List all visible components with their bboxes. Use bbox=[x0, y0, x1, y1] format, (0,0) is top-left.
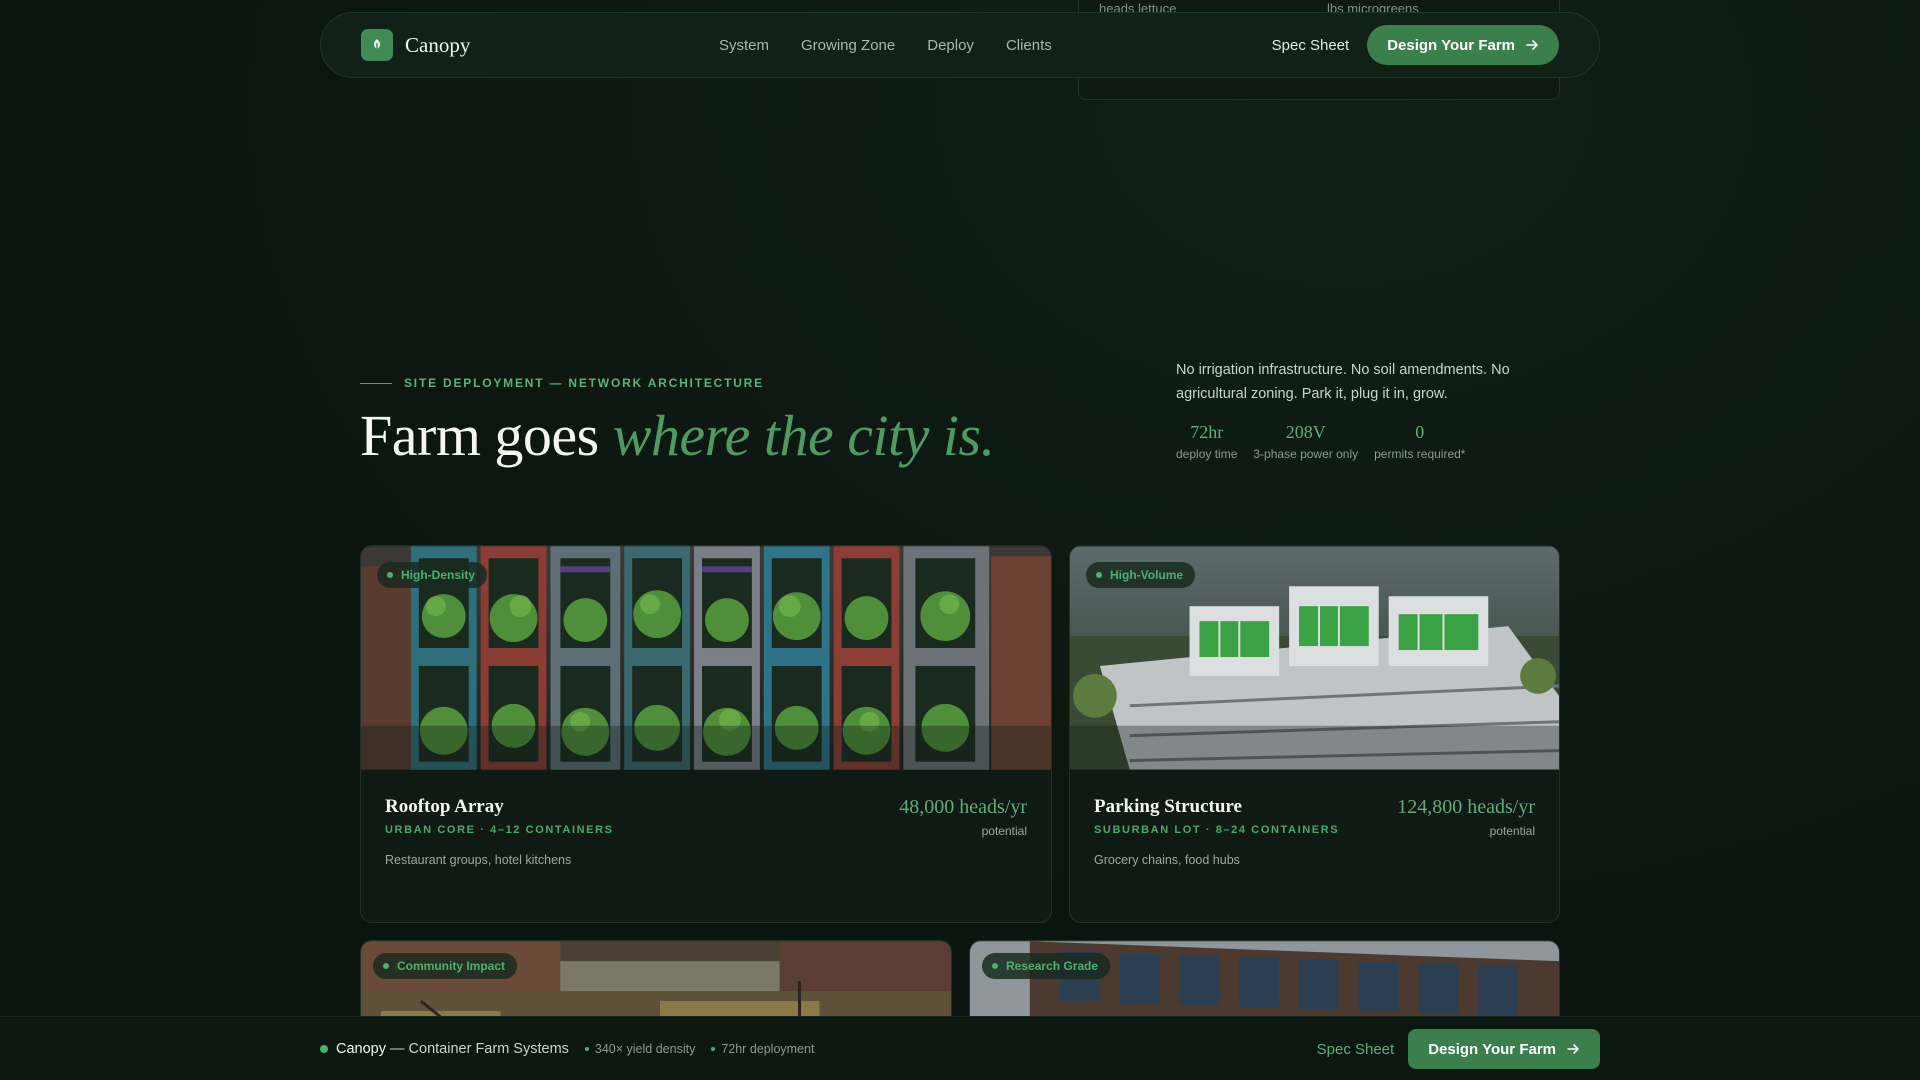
leaf-icon bbox=[361, 29, 393, 61]
badge-dot bbox=[383, 963, 389, 969]
nav-link-growing-zone[interactable]: Growing Zone bbox=[801, 37, 895, 54]
stat-value: 0 bbox=[1415, 422, 1425, 442]
hero-stats: 72hr deploy time 208V 3-phase power only… bbox=[1176, 422, 1465, 461]
nav-link-deploy[interactable]: Deploy bbox=[927, 37, 974, 54]
stat-label: permits required* bbox=[1374, 447, 1466, 461]
feature-deployment: 72hr deployment bbox=[711, 1042, 814, 1056]
stat-value: 72hr bbox=[1190, 422, 1224, 442]
bottom-brand-tagline: — Container Farm Systems bbox=[385, 1041, 569, 1057]
cta-label: Design Your Farm bbox=[1428, 1040, 1556, 1058]
card-description: Grocery chains, food hubs bbox=[1094, 853, 1240, 867]
card-title: Rooftop Array bbox=[385, 796, 504, 817]
badge-dot bbox=[387, 572, 393, 578]
eyebrow-text: SITE DEPLOYMENT — NETWORK ARCHITECTURE bbox=[404, 376, 764, 390]
badge-label: High-Volume bbox=[1110, 568, 1184, 582]
brand-logo[interactable]: Canopy bbox=[361, 29, 470, 61]
bottom-brand-name: Canopy bbox=[336, 1041, 386, 1057]
card-badge: High-Density bbox=[377, 562, 488, 588]
card-yield-label: potential bbox=[981, 824, 1027, 838]
bottom-bar-brand: Canopy — Container Farm Systems bbox=[320, 1041, 569, 1057]
brand-name: Canopy bbox=[405, 32, 471, 57]
card-badge: Research Grade bbox=[982, 953, 1111, 979]
stat-label: 3-phase power only bbox=[1253, 447, 1359, 461]
bottom-spec-sheet-link[interactable]: Spec Sheet bbox=[1317, 1041, 1395, 1058]
bottom-bar-info: Canopy — Container Farm Systems 340× yie… bbox=[320, 1017, 814, 1080]
bullet-dot bbox=[711, 1047, 716, 1051]
nav-link-clients[interactable]: Clients bbox=[1006, 37, 1052, 54]
sticky-bottom-bar: Canopy — Container Farm Systems 340× yie… bbox=[0, 1016, 1920, 1080]
stat-value: 208V bbox=[1285, 422, 1326, 442]
feature-label: 72hr deployment bbox=[721, 1042, 815, 1056]
stat-power: 208V 3-phase power only bbox=[1253, 422, 1358, 461]
nav-link-system[interactable]: System bbox=[719, 37, 769, 54]
badge-label: High-Density bbox=[401, 568, 476, 582]
bottom-brand-text: Canopy — Container Farm Systems bbox=[336, 1041, 569, 1057]
deployment-card-rooftop-array[interactable]: High-Density Rooftop Array URBAN CORE · … bbox=[360, 545, 1052, 923]
badge-label: Community Impact bbox=[397, 959, 506, 973]
bottom-design-your-farm-button[interactable]: Design Your Farm bbox=[1408, 1029, 1600, 1069]
feature-label: 340× yield density bbox=[594, 1042, 696, 1056]
stat-deploy-time: 72hr deploy time bbox=[1176, 422, 1237, 461]
card-yield-label: potential bbox=[1489, 824, 1535, 838]
section-eyebrow: SITE DEPLOYMENT — NETWORK ARCHITECTURE bbox=[360, 376, 764, 390]
design-your-farm-button[interactable]: Design Your Farm bbox=[1367, 25, 1559, 65]
card-yield: 124,800 heads/yr bbox=[1397, 796, 1535, 818]
nav-links: System Growing Zone Deploy Clients bbox=[719, 37, 1052, 54]
card-badge: High-Volume bbox=[1086, 562, 1196, 588]
feature-yield-density: 340× yield density bbox=[584, 1042, 696, 1056]
deployment-card-parking-structure[interactable]: High-Volume Parking Structure SUBURBAN L… bbox=[1069, 545, 1560, 923]
cta-label: Design Your Farm bbox=[1387, 36, 1515, 54]
nav-actions: Spec Sheet Design Your Farm bbox=[1272, 25, 1559, 65]
section-headline: Farm goes where the city is. bbox=[360, 402, 995, 469]
spec-sheet-link[interactable]: Spec Sheet bbox=[1272, 37, 1350, 54]
badge-label: Research Grade bbox=[1006, 959, 1099, 973]
headline-plain: Farm goes bbox=[360, 403, 613, 468]
card-meta: URBAN CORE · 4–12 CONTAINERS bbox=[385, 824, 614, 836]
card-badge: Community Impact bbox=[373, 953, 518, 979]
status-dot bbox=[320, 1045, 328, 1053]
headline-accent: where the city is. bbox=[612, 403, 995, 468]
arrow-right-icon bbox=[1526, 40, 1538, 50]
top-nav: Canopy System Growing Zone Deploy Client… bbox=[320, 12, 1600, 78]
card-description: Restaurant groups, hotel kitchens bbox=[385, 853, 572, 867]
bottom-bar-actions: Spec Sheet Design Your Farm bbox=[1317, 1029, 1600, 1069]
badge-dot bbox=[1096, 572, 1102, 578]
section-intro: No irrigation infrastructure. No soil am… bbox=[1176, 362, 1510, 402]
card-title: Parking Structure bbox=[1094, 796, 1242, 817]
bullet-dot bbox=[584, 1047, 589, 1051]
card-yield: 48,000 heads/yr bbox=[899, 796, 1027, 818]
stat-permits: 0 permits required* bbox=[1374, 422, 1465, 461]
eyebrow-rule bbox=[360, 382, 392, 384]
badge-dot bbox=[992, 963, 998, 969]
arrow-right-icon bbox=[1567, 1044, 1579, 1054]
stat-label: deploy time bbox=[1176, 447, 1238, 461]
card-meta: SUBURBAN LOT · 8–24 CONTAINERS bbox=[1094, 824, 1340, 836]
